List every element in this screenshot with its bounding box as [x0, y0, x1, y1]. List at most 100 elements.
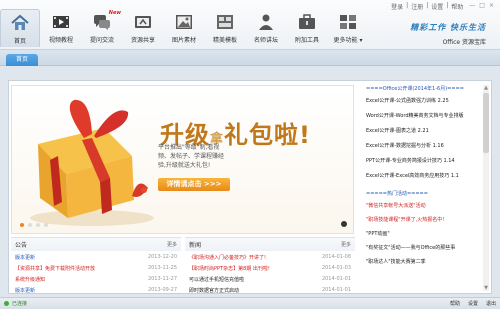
notice-more-link[interactable]: 更多 [167, 241, 177, 248]
help-link[interactable]: 帮助 [451, 2, 463, 11]
course-list: Excel公开课-公式函数强力训练 2.25 Word公开课-Word精美商务文… [366, 97, 491, 187]
notice-text: 版本更新 [15, 255, 36, 261]
nav-home[interactable]: 首页 [0, 9, 40, 47]
news-title: 新闻 [189, 242, 202, 249]
separator: | [406, 2, 409, 9]
news-text: 可以通过手机短信充值啦 [189, 277, 245, 283]
news-text: 《职场沟通入门必备技巧》开讲了! [189, 255, 267, 261]
nav-tools[interactable]: 附加工具 [287, 9, 327, 47]
nav-label: 首页 [13, 38, 26, 45]
list-item[interactable]: 系统升级通知 2013-11-27 [15, 276, 177, 287]
news-more-link[interactable]: 更多 [341, 241, 351, 248]
list-item[interactable]: 《职场沟通入门必备技巧》开讲了! 2014-01-08 [189, 254, 351, 265]
status-bar: 已连接 帮助 设置 退出 [0, 297, 500, 309]
scroll-thumb[interactable] [483, 93, 489, 153]
register-link[interactable]: 注册 [411, 2, 423, 11]
status-help-link[interactable]: 帮助 [450, 300, 460, 307]
status-actions: 帮助 设置 退出 [450, 300, 496, 307]
nav-video[interactable]: 视频教程 [41, 9, 81, 47]
scroll-down-icon[interactable]: ▼ [483, 285, 489, 291]
connection-status: 已连接 [4, 300, 27, 307]
close-button[interactable]: × [489, 2, 494, 11]
course-item[interactable]: Excel公开课-Excel高效商务应用技巧 1.1 [366, 172, 491, 187]
new-badge: New [108, 10, 121, 16]
nav-resources[interactable]: 资源共享 [123, 9, 163, 47]
tab-home[interactable]: 首页 [6, 54, 38, 66]
news-header: 新闻 更多 [185, 238, 355, 251]
list-item[interactable]: 【资源共享】免费下载附件活动开放 2013-11-25 [15, 265, 177, 276]
scroll-up-icon[interactable]: ▲ [483, 85, 489, 91]
news-date: 2014-01-03 [321, 265, 351, 271]
notice-list: 版本更新 2013-12-20 【资源共享】免费下载附件活动开放 2013-11-2… [11, 251, 181, 301]
nav-label: 精美模板 [212, 37, 237, 44]
event-item[interactable]: "微信共享帐号大派送"活动 [366, 202, 491, 216]
settings-link[interactable]: 设置 [431, 2, 443, 11]
nav-templates[interactable]: 精美模板 [205, 9, 245, 47]
course-item[interactable]: Excel公开课-数据挖掘与分析 1.16 [366, 142, 491, 157]
list-item[interactable]: 【职场时尚PPT杂志】第8期 出刊啦! 2014-01-03 [189, 265, 351, 276]
course-item[interactable]: Excel公开课-图表之道 2.21 [366, 127, 491, 142]
list-item[interactable]: 可以通过手机短信充值啦 2014-01-01 [189, 276, 351, 287]
notice-date: 2013-11-25 [147, 265, 177, 271]
login-link[interactable]: 登录 [391, 2, 403, 11]
tools-icon [299, 14, 315, 29]
course-item[interactable]: Excel公开课-公式函数强力训练 2.25 [366, 97, 491, 112]
carousel-dots[interactable] [20, 223, 48, 227]
course-item[interactable]: Word公开课-Word精美商务文档与专业排版 [366, 112, 491, 127]
banner-details-button[interactable]: 详情请点击 >>> [158, 178, 230, 191]
news-text: 【职场时尚PPT杂志】第8期 出刊啦! [189, 266, 270, 272]
brand-slogan: 精彩工作 快乐生活 [410, 22, 486, 32]
image-icon [176, 15, 192, 29]
event-item[interactable]: "职场达人"技能大赛第二季 [366, 258, 491, 272]
nav-label: 视频教程 [48, 37, 73, 44]
template-icon [217, 15, 233, 29]
separator: | [426, 2, 429, 9]
notice-title: 公告 [15, 242, 28, 249]
list-item[interactable]: 版本更新 2013-12-20 [15, 254, 177, 265]
nav-more[interactable]: 更多功能 ▾ [328, 9, 368, 47]
nav-images[interactable]: 图片素材 [164, 9, 204, 47]
main-nav: 首页 视频教程 New 提问交流 资源共享 图片素材 精美模板 名师讲坛 附加工… [0, 9, 369, 49]
connected-icon [4, 301, 9, 306]
banner-title-post: 礼包啦! [224, 121, 311, 149]
nav-qa[interactable]: New 提问交流 [82, 9, 122, 47]
status-exit-link[interactable]: 退出 [486, 300, 496, 307]
nav-label: 附加工具 [294, 37, 319, 44]
minimize-button[interactable]: — [469, 2, 475, 11]
share-icon [135, 16, 151, 28]
carousel-dot[interactable] [20, 223, 24, 227]
notice-text: 系统升级通知 [15, 277, 46, 283]
banner-text: 平台推出"等级"制,看视频、发帖子、学课程赚经验,升级就送大礼包! [158, 144, 225, 169]
right-panel: ====Office公开课(2014年1-6月)==== Excel公开课-公式… [366, 85, 491, 293]
carousel-dot[interactable] [36, 223, 40, 227]
event-item[interactable]: "PPT动画" [366, 230, 491, 244]
carousel-next-icon[interactable] [341, 221, 347, 227]
promo-banner[interactable]: 升级拿礼包啦! 平台推出"等级"制,看视频、发帖子、学课程赚经验,升级就送大礼包… [11, 85, 354, 234]
home-icon [11, 14, 29, 30]
events-heading: =====热门活动===== [366, 191, 428, 197]
tab-bar: 首页 [0, 50, 500, 66]
news-list: 《职场沟通入门必备技巧》开讲了! 2014-01-08 【职场时尚PPT杂志】第8… [185, 251, 355, 301]
notice-box: 公告 更多 版本更新 2013-12-20 【资源共享】免费下载附件活动开放 201… [11, 237, 181, 294]
scrollbar[interactable]: ▲ ▼ [483, 85, 489, 291]
news-date: 2014-01-08 [321, 254, 351, 260]
nav-label: 提问交流 [89, 37, 114, 44]
teacher-icon [259, 14, 273, 30]
event-item[interactable]: "职场技能课程"开课了,火热报名中! [366, 216, 491, 230]
status-settings-link[interactable]: 设置 [468, 300, 478, 307]
news-box: 新闻 更多 《职场沟通入门必备技巧》开讲了! 2014-01-08 【职场时尚PP… [185, 237, 355, 294]
maximize-button[interactable]: □ [479, 2, 485, 11]
content-panel: 升级拿礼包啦! 平台推出"等级"制,看视频、发帖子、学课程赚经验,升级就送大礼包… [8, 80, 492, 294]
carousel-dot[interactable] [28, 223, 32, 227]
carousel-dot[interactable] [44, 223, 48, 227]
more-icon [340, 15, 356, 29]
event-item[interactable]: "有奖征文"活动——我与Office的那些事 [366, 244, 491, 258]
nav-teachers[interactable]: 名师讲坛 [246, 9, 286, 47]
notice-text: 【资源共享】免费下载附件活动开放 [15, 266, 96, 272]
notice-date: 2013-12-20 [147, 254, 177, 260]
connection-label: 已连接 [12, 301, 28, 307]
nav-label: 资源共享 [130, 37, 155, 44]
video-icon [53, 16, 69, 28]
course-item[interactable]: PPT公开课-专业商务简报设计技巧 1.14 [366, 157, 491, 172]
notice-header: 公告 更多 [11, 238, 181, 251]
